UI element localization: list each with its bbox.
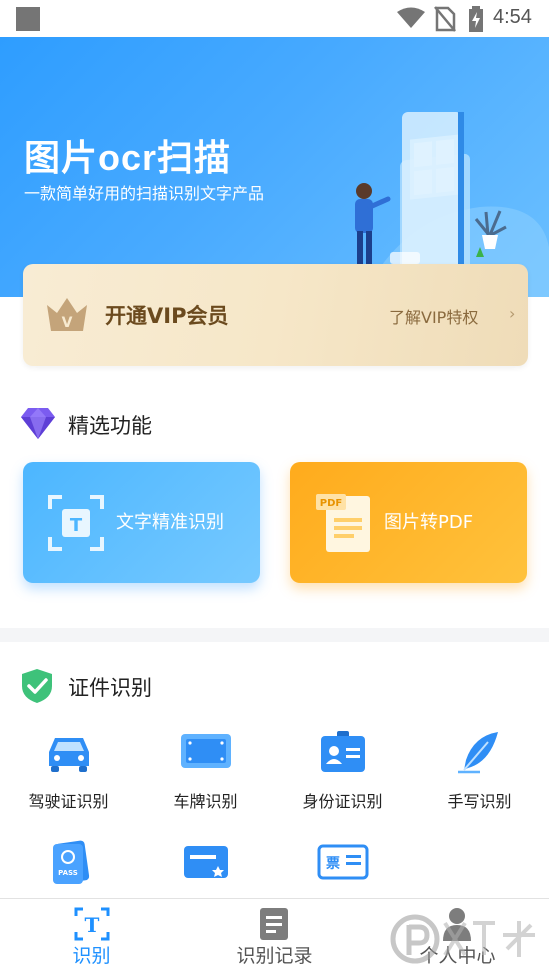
svg-text:T: T [85, 913, 100, 937]
diamond-icon [21, 408, 55, 439]
nav-recognize[interactable]: T 识别 [0, 899, 183, 976]
text-scan-icon: T [48, 495, 104, 551]
nav-recognize-label: 识别 [72, 945, 111, 967]
hero-banner: 图片ocr扫描 一款简单好用的扫描识别文字产品 [0, 37, 549, 297]
driving-license-label: 驾驶证识别 [28, 792, 109, 811]
text-recognize-icon: T [74, 907, 110, 941]
section-divider [0, 628, 549, 642]
status-bar: 4:54 [0, 0, 549, 37]
id-card-label: 身份证识别 [302, 792, 383, 811]
vip-benefits-link[interactable]: 了解VIP特权 [389, 304, 478, 328]
id-card-icon [321, 731, 365, 772]
text-recognition-card[interactable]: T 文字精准识别 [23, 462, 260, 583]
bank-card-icon [184, 846, 228, 878]
record-icon [260, 908, 288, 940]
image-to-pdf-card[interactable]: PDF 图片转PDF [290, 462, 527, 583]
nav-records[interactable]: 识别记录 [183, 899, 366, 976]
svg-text:票: 票 [326, 856, 340, 872]
featured-section-header: 精选功能 [20, 406, 320, 442]
passport-icon: PASS [53, 840, 90, 884]
no-sim-icon [434, 6, 456, 32]
license-plate-label: 车牌识别 [173, 792, 238, 811]
handwriting-item[interactable]: 手写识别 [411, 730, 548, 825]
svg-text:PDF: PDF [320, 498, 342, 509]
featured-section-title: 精选功能 [68, 414, 152, 438]
svg-text:T: T [70, 515, 83, 536]
nav-records-label: 识别记录 [236, 945, 313, 967]
vip-membership-card[interactable]: V 开通VIP会员 了解VIP特权 › [23, 264, 528, 366]
wifi-icon [397, 7, 425, 28]
handwriting-label: 手写识别 [447, 792, 512, 811]
svg-text:PASS: PASS [58, 869, 78, 877]
id-section-header: 证件识别 [20, 668, 320, 704]
car-icon [49, 738, 89, 772]
driving-license-item[interactable]: 驾驶证识别 [0, 730, 137, 825]
chevron-right-icon: › [509, 304, 516, 323]
watermark-logo-icon [390, 914, 535, 964]
license-plate-icon [181, 734, 231, 768]
notification-icon [16, 7, 40, 31]
id-section-title: 证件识别 [68, 676, 152, 700]
pdf-document-icon: PDF [316, 494, 370, 552]
status-time: 4:54 [493, 6, 532, 28]
image-to-pdf-label: 图片转PDF [384, 512, 474, 533]
svg-text:V: V [62, 315, 73, 331]
battery-charging-icon [469, 6, 483, 32]
invoice-icon: 票 [317, 844, 369, 880]
id-card-item[interactable]: 身份证识别 [274, 730, 411, 825]
hero-title: 图片ocr扫描 [24, 137, 232, 178]
hero-subtitle: 一款简单好用的扫描识别文字产品 [24, 184, 265, 203]
text-recognition-label: 文字精准识别 [116, 512, 224, 533]
shield-check-icon [22, 669, 52, 703]
license-plate-item[interactable]: 车牌识别 [137, 730, 274, 825]
vip-title: 开通VIP会员 [105, 304, 229, 328]
crown-icon: V [47, 298, 87, 331]
feather-icon [458, 732, 498, 774]
